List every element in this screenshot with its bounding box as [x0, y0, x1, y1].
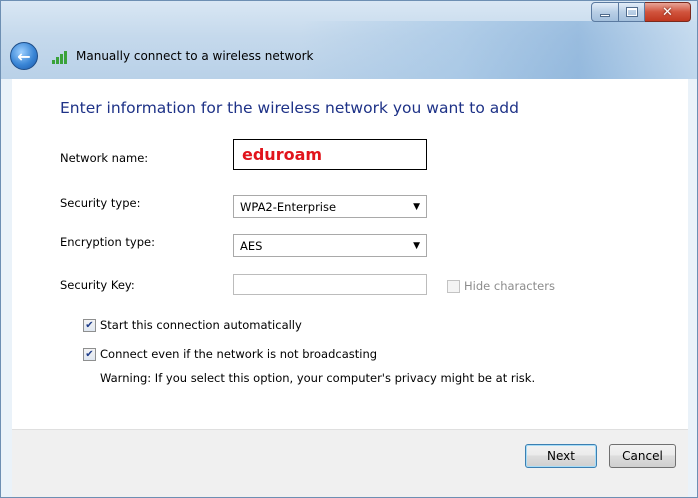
nav-bar: ← Manually connect to a wireless network — [10, 42, 314, 70]
back-button[interactable]: ← — [10, 42, 38, 70]
dropdown-arrow-icon: ▼ — [413, 201, 420, 212]
minimize-icon — [600, 14, 610, 17]
connect-not-broadcasting-label: Connect even if the network is not broad… — [100, 347, 378, 361]
page-heading: Enter information for the wireless netwo… — [60, 99, 519, 117]
close-button[interactable]: ✕ — [645, 2, 691, 22]
privacy-warning-text: Warning: If you select this option, your… — [100, 371, 536, 385]
content-area: Enter information for the wireless netwo… — [12, 79, 688, 429]
wizard-window: ✕ ← Manually connect to a wireless netwo… — [0, 0, 698, 498]
security-type-select[interactable]: WPA2-Enterprise ▼ — [233, 195, 427, 218]
maximize-icon — [626, 8, 637, 16]
encryption-type-label: Encryption type: — [60, 235, 155, 249]
encryption-type-value: AES — [240, 238, 263, 253]
title-bar: ✕ ← Manually connect to a wireless netwo… — [1, 1, 697, 79]
dropdown-arrow-icon: ▼ — [413, 240, 420, 251]
cancel-button[interactable]: Cancel — [609, 444, 676, 468]
window-title: Manually connect to a wireless network — [76, 49, 314, 63]
wireless-network-icon — [52, 48, 72, 64]
hide-characters-checkbox[interactable] — [447, 280, 460, 293]
next-button[interactable]: Next — [525, 444, 597, 468]
encryption-type-select[interactable]: AES ▼ — [233, 234, 427, 257]
button-bar: Next Cancel — [12, 429, 688, 497]
maximize-button[interactable] — [619, 2, 645, 22]
hide-characters-label: Hide characters — [464, 279, 555, 293]
start-automatically-checkbox[interactable]: ✔ — [83, 319, 96, 332]
security-type-value: WPA2-Enterprise — [240, 199, 337, 214]
connect-not-broadcasting-checkbox[interactable]: ✔ — [83, 348, 96, 361]
window-controls: ✕ — [591, 2, 691, 22]
security-key-input[interactable] — [233, 274, 427, 295]
checkmark-icon: ✔ — [85, 348, 94, 360]
close-icon: ✕ — [662, 4, 673, 20]
security-type-label: Security type: — [60, 196, 141, 210]
checkmark-icon: ✔ — [85, 319, 94, 331]
start-automatically-label: Start this connection automatically — [100, 318, 302, 332]
network-name-label: Network name: — [60, 151, 149, 165]
security-key-label: Security Key: — [60, 278, 135, 292]
network-name-input[interactable]: eduroam — [233, 139, 427, 170]
back-arrow-icon: ← — [17, 46, 31, 66]
minimize-button[interactable] — [591, 2, 619, 22]
